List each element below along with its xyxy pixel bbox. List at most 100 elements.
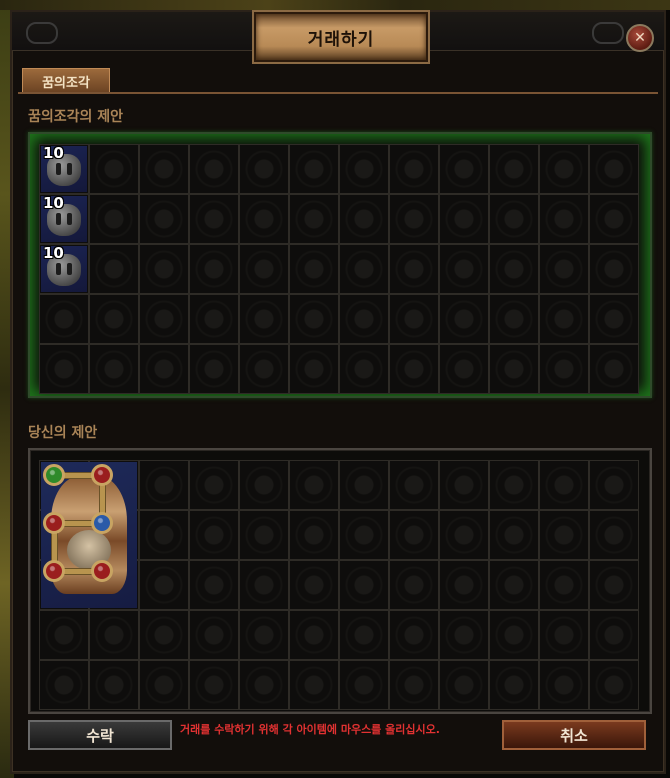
grid-cell[interactable]: [239, 144, 289, 194]
grid-cell[interactable]: [539, 610, 589, 660]
grid-cell[interactable]: [139, 244, 189, 294]
grid-cell[interactable]: [89, 294, 139, 344]
body-armour-item[interactable]: [41, 462, 137, 608]
grid-cell[interactable]: [139, 510, 189, 560]
grid-cell[interactable]: [389, 294, 439, 344]
grid-cell[interactable]: [489, 460, 539, 510]
grid-cell[interactable]: [139, 460, 189, 510]
grid-cell[interactable]: [339, 560, 389, 610]
grid-cell[interactable]: [339, 194, 389, 244]
grid-cell[interactable]: [539, 294, 589, 344]
fragment-item[interactable]: 10: [41, 146, 87, 192]
grid-cell[interactable]: [239, 660, 289, 710]
grid-cell[interactable]: [289, 610, 339, 660]
grid-cell[interactable]: [589, 244, 639, 294]
tab-fragment[interactable]: 꿈의조각: [22, 68, 110, 93]
grid-cell[interactable]: [589, 144, 639, 194]
grid-cell[interactable]: [189, 460, 239, 510]
grid-cell[interactable]: [339, 460, 389, 510]
grid-cell[interactable]: [139, 294, 189, 344]
grid-cell[interactable]: [139, 144, 189, 194]
grid-cell[interactable]: [539, 460, 589, 510]
grid-cell[interactable]: [339, 244, 389, 294]
grid-cell[interactable]: [389, 144, 439, 194]
grid-cell[interactable]: [389, 460, 439, 510]
grid-cell[interactable]: [539, 660, 589, 710]
grid-cell[interactable]: [439, 560, 489, 610]
grid-cell[interactable]: [89, 610, 139, 660]
grid-cell[interactable]: [189, 194, 239, 244]
grid-cell[interactable]: [389, 560, 439, 610]
grid-cell[interactable]: [189, 660, 239, 710]
grid-cell[interactable]: [589, 294, 639, 344]
grid-cell[interactable]: [239, 560, 289, 610]
grid-cell[interactable]: [289, 194, 339, 244]
grid-cell[interactable]: [139, 344, 189, 394]
grid-cell[interactable]: [439, 460, 489, 510]
grid-cell[interactable]: [139, 560, 189, 610]
grid-cell[interactable]: [589, 194, 639, 244]
grid-cell[interactable]: [39, 660, 89, 710]
cancel-button[interactable]: 취소: [502, 720, 646, 750]
grid-cell[interactable]: [439, 660, 489, 710]
grid-cell[interactable]: [289, 244, 339, 294]
grid-cell[interactable]: [489, 610, 539, 660]
grid-cell[interactable]: [439, 344, 489, 394]
grid-cell[interactable]: [589, 344, 639, 394]
grid-cell[interactable]: [489, 244, 539, 294]
grid-cell[interactable]: [289, 344, 339, 394]
grid-cell[interactable]: [339, 510, 389, 560]
grid-cell[interactable]: [489, 560, 539, 610]
accept-button[interactable]: 수락: [28, 720, 172, 750]
grid-cell[interactable]: [39, 610, 89, 660]
grid-cell[interactable]: [489, 144, 539, 194]
grid-cell[interactable]: [39, 294, 89, 344]
grid-cell[interactable]: [389, 610, 439, 660]
grid-cell[interactable]: [139, 194, 189, 244]
grid-cell[interactable]: [489, 510, 539, 560]
grid-cell[interactable]: [189, 244, 239, 294]
fragment-item[interactable]: 10: [41, 246, 87, 292]
grid-cell[interactable]: [89, 244, 139, 294]
grid-cell[interactable]: [189, 510, 239, 560]
grid-cell[interactable]: [189, 294, 239, 344]
grid-cell[interactable]: [239, 244, 289, 294]
grid-cell[interactable]: [239, 460, 289, 510]
grid-cell[interactable]: [389, 244, 439, 294]
grid-cell[interactable]: [239, 344, 289, 394]
grid-cell[interactable]: [389, 660, 439, 710]
grid-cell[interactable]: [589, 560, 639, 610]
grid-cell[interactable]: [189, 344, 239, 394]
grid-cell[interactable]: [289, 460, 339, 510]
grid-cell[interactable]: [239, 194, 289, 244]
grid-cell[interactable]: [189, 144, 239, 194]
grid-cell[interactable]: [589, 460, 639, 510]
grid-cell[interactable]: [589, 610, 639, 660]
grid-cell[interactable]: [289, 560, 339, 610]
grid-cell[interactable]: [139, 660, 189, 710]
grid-cell[interactable]: [439, 510, 489, 560]
grid-cell[interactable]: [89, 660, 139, 710]
grid-cell[interactable]: [589, 510, 639, 560]
grid-cell[interactable]: [439, 194, 489, 244]
grid-cell[interactable]: [339, 144, 389, 194]
grid-cell[interactable]: [339, 610, 389, 660]
grid-cell[interactable]: [189, 560, 239, 610]
grid-cell[interactable]: [539, 244, 589, 294]
grid-cell[interactable]: [189, 610, 239, 660]
grid-cell[interactable]: [539, 560, 589, 610]
grid-cell[interactable]: [539, 344, 589, 394]
grid-cell[interactable]: [239, 510, 289, 560]
grid-cell[interactable]: [589, 660, 639, 710]
grid-cell[interactable]: [389, 344, 439, 394]
grid-cell[interactable]: [39, 344, 89, 394]
grid-cell[interactable]: [539, 194, 589, 244]
grid-cell[interactable]: [89, 144, 139, 194]
grid-cell[interactable]: [139, 610, 189, 660]
grid-cell[interactable]: [289, 510, 339, 560]
grid-cell[interactable]: [489, 344, 539, 394]
grid-cell[interactable]: [489, 194, 539, 244]
grid-cell[interactable]: [439, 244, 489, 294]
grid-cell[interactable]: [439, 144, 489, 194]
grid-cell[interactable]: [89, 344, 139, 394]
